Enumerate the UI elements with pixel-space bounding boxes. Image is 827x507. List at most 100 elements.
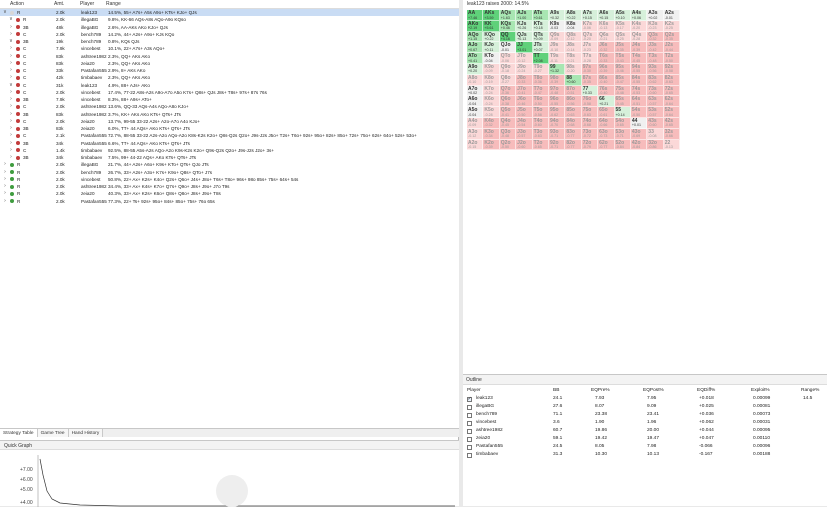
expand-toggle-icon[interactable]: › — [8, 103, 14, 110]
matrix-cell[interactable]: QJo -0.01 — [499, 42, 517, 54]
expand-toggle-icon[interactable]: › — [8, 45, 14, 52]
matrix-cell[interactable]: 93o -0.71 — [548, 128, 566, 140]
matrix-cell[interactable]: Q7o -0.36 — [499, 85, 517, 97]
matrix-cell[interactable]: J5s -0.35 — [614, 42, 631, 54]
matrix-cell[interactable]: Q8s -0.12 — [565, 31, 582, 43]
matrix-cell[interactable]: J6o -0.46 — [516, 96, 533, 108]
tree-row[interactable]: › C 1.4k timbabaev 92.5%, 88-55 A5s-A2s AQo-… — [0, 147, 459, 154]
matrix-cell[interactable]: 32s -0.66 — [663, 128, 681, 140]
matrix-cell[interactable]: AKs +3.59 — [483, 10, 500, 21]
outline-row[interactable]: Pastafan555 24.5 8.05 7.98 -0.066 0.00096 — [463, 443, 827, 451]
matrix-cell[interactable]: J4o -0.54 — [516, 117, 533, 129]
expand-toggle-icon[interactable]: ∨ — [8, 16, 14, 23]
tree-row[interactable]: › C 83k ashtree1982 2.3%, QQ+ AKs AKo — [0, 53, 459, 60]
tree-row[interactable]: › R 2.0k vincebest 50.8%, 22+ Ax+ K2s+ K4o+ … — [0, 176, 459, 183]
player-checkbox[interactable] — [467, 412, 472, 418]
matrix-cell[interactable]: KQo +0.22 — [483, 31, 500, 43]
tree-row[interactable]: › R 2.0k Pastafan555 77.3%, 22+ Ts+ 92s+ 95o… — [0, 198, 459, 205]
matrix-cell[interactable]: 86o -0.56 — [565, 96, 582, 108]
matrix-cell[interactable]: T4o -0.60 — [532, 117, 549, 129]
matrix-cell[interactable]: 93s -0.56 — [647, 63, 664, 75]
expand-toggle-icon[interactable]: › — [8, 147, 14, 154]
matrix-cell[interactable]: 53s -0.57 — [647, 107, 664, 118]
matrix-cell[interactable]: T3o -0.63 — [532, 128, 549, 140]
matrix-cell[interactable]: QTo -0.06 — [499, 53, 517, 64]
matrix-cell[interactable]: Q3o -0.48 — [499, 128, 517, 140]
matrix-cell[interactable]: T5o -0.58 — [532, 107, 549, 118]
matrix-cell[interactable]: 55 +0.14 — [614, 107, 631, 118]
matrix-cell[interactable]: 84o -0.68 — [565, 117, 582, 129]
matrix-cell[interactable]: 76s -0.40 — [598, 85, 615, 97]
matrix-cell[interactable]: J5o -0.50 — [516, 107, 533, 118]
matrix-cell[interactable]: A8s +0.22 — [565, 10, 582, 21]
outline-row[interactable]: zeia20 59.1 19.42 19.47 +0.047 0.00110 — [463, 435, 827, 443]
matrix-cell[interactable]: J4s -0.39 — [630, 42, 648, 54]
matrix-cell[interactable]: 86s -0.40 — [598, 74, 615, 86]
matrix-cell[interactable]: QTs +0.09 — [532, 31, 549, 43]
matrix-cell[interactable]: 75s -0.48 — [614, 85, 631, 97]
matrix-cell[interactable]: 54o -0.65 — [614, 117, 631, 129]
matrix-cell[interactable]: A5s +0.10 — [614, 10, 631, 21]
expand-toggle-icon[interactable]: › — [8, 60, 14, 67]
tree-row[interactable]: › C 2.0k vincebest 17.4%, 77-22 A8s-A2s A9o-… — [0, 89, 459, 96]
matrix-cell[interactable]: J8s -0.14 — [565, 42, 582, 54]
matrix-cell[interactable]: Q9s -0.09 — [548, 31, 566, 43]
outline-row[interactable]: bench789 71.1 23.38 23.41 +0.036 0.00073 — [463, 411, 827, 419]
matrix-cell[interactable]: A6o -0.04 — [467, 96, 484, 108]
expand-toggle-icon[interactable]: ∨ — [8, 38, 14, 45]
matrix-cell[interactable]: AJo +0.67 — [467, 42, 484, 54]
player-checkbox[interactable] — [467, 428, 472, 434]
matrix-cell[interactable]: QQ +4.16 — [499, 31, 517, 43]
col-bb[interactable]: BB — [553, 387, 559, 395]
tree-row[interactable]: › R 2.0k illegaBG 21.7%, 44+ A2s+ A6o+ K9s+ … — [0, 161, 459, 168]
tree-row[interactable]: › C 42k timbabaev 2.3%, QQ+ AKs AKo — [0, 74, 459, 81]
matrix-cell[interactable]: 73s -0.60 — [647, 85, 664, 97]
matrix-cell[interactable]: A6s +0.15 — [598, 10, 615, 21]
matrix-cell[interactable]: K2s -0.25 — [663, 20, 681, 32]
matrix-cell[interactable]: Q3s -0.32 — [647, 31, 664, 43]
col-range[interactable]: Range% — [801, 387, 819, 395]
expand-toggle-icon[interactable]: ∨ — [8, 82, 14, 89]
expand-toggle-icon[interactable]: › — [8, 67, 14, 74]
col-player[interactable]: Player — [467, 387, 481, 395]
matrix-cell[interactable]: 64s -0.51 — [630, 96, 648, 108]
matrix-cell[interactable]: 92o -0.71 — [548, 139, 566, 151]
expand-toggle-icon[interactable]: › — [8, 31, 14, 38]
tree-row[interactable]: ∨ R 2.0k leak123 14.5%, 55+ A7s+ A5s A9o+ KT… — [0, 9, 459, 17]
matrix-cell[interactable]: 96s -0.39 — [598, 63, 615, 75]
tree-row[interactable]: › R 2.0k ashtree1982 34.4%, 33+ Ax+ K4s+ K7o… — [0, 183, 459, 190]
matrix-cell[interactable]: Q6s -0.21 — [598, 31, 615, 43]
matrix-cell[interactable]: A4s +0.06 — [630, 10, 648, 21]
matrix-cell[interactable]: T8s -0.21 — [565, 53, 582, 64]
matrix-cell[interactable]: 87s -0.35 — [581, 74, 599, 86]
matrix-cell[interactable]: T8o -0.36 — [532, 74, 549, 86]
matrix-cell[interactable]: 82o -0.77 — [565, 139, 582, 151]
matrix-cell[interactable]: A2s -0.01 — [663, 10, 681, 21]
matrix-cell[interactable]: 63o -0.73 — [598, 128, 615, 140]
col-player-header[interactable]: Player — [80, 1, 106, 7]
matrix-cell[interactable]: 64o -0.66 — [598, 117, 615, 129]
matrix-cell[interactable]: A8o -0.10 — [467, 74, 484, 86]
matrix-cell[interactable]: 96o -0.55 — [548, 96, 566, 108]
matrix-cell[interactable]: Q5o -0.41 — [499, 107, 517, 118]
matrix-cell[interactable]: 32o -0.86 — [647, 139, 664, 151]
matrix-cell[interactable]: A7o +0.02 — [467, 85, 484, 97]
expand-toggle-icon[interactable]: › — [8, 24, 14, 31]
matrix-cell[interactable]: 43o -0.69 — [630, 128, 648, 140]
matrix-cell[interactable]: 84s -0.55 — [630, 74, 648, 86]
matrix-cell[interactable]: 98o -0.39 — [548, 74, 566, 86]
col-amt-header[interactable]: Amt. — [54, 1, 80, 7]
matrix-cell[interactable]: 82s -0.63 — [663, 74, 681, 86]
col-action-header[interactable]: Action — [10, 1, 54, 7]
matrix-cell[interactable]: AKo +2.19 — [467, 20, 484, 32]
tree-row[interactable]: ∨ R 2.0k illegaBG 9.8%, KK-66 AQs-A8s AQo-A9… — [0, 16, 459, 23]
matrix-cell[interactable]: 63s -0.57 — [647, 96, 664, 108]
tree-row[interactable]: › 3B 7.9k vincebest 8.3%, 88+ A9s+ ATo+ — [0, 96, 459, 103]
tab-game-tree[interactable]: Game Tree — [37, 429, 69, 437]
expand-toggle-icon[interactable]: › — [8, 125, 14, 132]
expand-toggle-icon[interactable]: › — [8, 132, 14, 139]
player-checkbox[interactable] — [467, 420, 472, 426]
expand-toggle-icon[interactable]: › — [8, 89, 14, 96]
matrix-cell[interactable]: J9s -0.10 — [548, 42, 566, 54]
matrix-cell[interactable]: K6s -0.13 — [598, 20, 615, 32]
